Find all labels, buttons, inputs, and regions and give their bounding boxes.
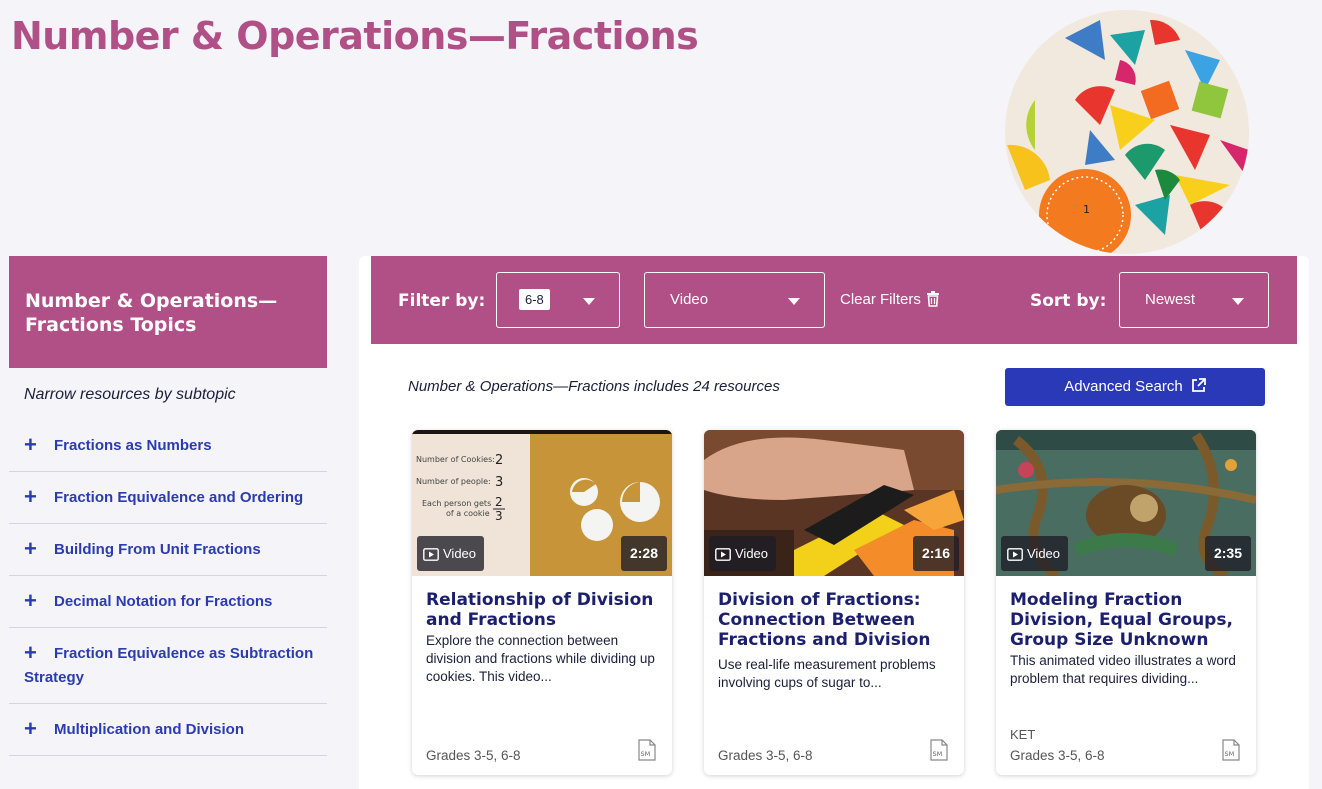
video-badge-label: Video bbox=[443, 546, 477, 561]
results-count: Number & Operations—Fractions includes 2… bbox=[408, 378, 780, 395]
card-description: Explore the connection between division … bbox=[426, 633, 655, 684]
sidebar-item-decimal-notation[interactable]: + Decimal Notation for Fractions bbox=[9, 576, 327, 628]
card-description: This animated video illustrates a word p… bbox=[1010, 653, 1236, 686]
sidebar-item-label: Fraction Equivalence as Subtraction Stra… bbox=[24, 645, 314, 686]
sidebar-item-equivalence-ordering[interactable]: + Fraction Equivalence and Ordering bbox=[9, 472, 327, 524]
video-badge-label: Video bbox=[735, 546, 769, 561]
plus-icon: + bbox=[24, 716, 37, 741]
card-title[interactable]: Modeling Fraction Division, Equal Groups… bbox=[1010, 590, 1245, 650]
thumb-label: Number of Cookies: bbox=[416, 455, 495, 464]
sort-select[interactable]: Newest bbox=[1119, 272, 1269, 328]
thumb-label: of a cookie bbox=[446, 509, 490, 518]
sidebar-item-subtraction-strategy[interactable]: + Fraction Equivalence as Subtraction Str… bbox=[9, 628, 327, 704]
plus-icon: + bbox=[24, 432, 37, 457]
sidebar-item-label: Decimal Notation for Fractions bbox=[54, 593, 273, 610]
sidebar-item-fractions-as-numbers[interactable]: + Fractions as Numbers bbox=[9, 420, 327, 472]
video-badge-label: Video bbox=[1027, 546, 1061, 561]
play-icon bbox=[1007, 548, 1023, 561]
thumb-value: 3 bbox=[495, 475, 503, 490]
plus-icon: + bbox=[24, 536, 37, 561]
thumb-value: 2 bbox=[495, 495, 503, 509]
thumb-value: 2 bbox=[495, 453, 503, 468]
standards-icon-label: SM bbox=[641, 750, 651, 758]
sidebar-item-label: Fraction Equivalence and Ordering bbox=[54, 489, 304, 506]
card-title[interactable]: Relationship of Division and Fractions bbox=[426, 590, 661, 630]
video-thumbnail: Number of Cookies: 2 Number of people: 3… bbox=[412, 430, 672, 576]
sort-select-value: Newest bbox=[1145, 291, 1196, 308]
card-grades: Grades 3-5, 6-8 bbox=[426, 748, 521, 763]
video-duration: 2:28 bbox=[620, 536, 667, 571]
video-duration: 2:35 bbox=[1204, 536, 1251, 571]
filter-label: Filter by: bbox=[398, 291, 486, 311]
standards-icon: SM bbox=[930, 739, 948, 761]
card-title[interactable]: Division of Fractions: Connection Betwee… bbox=[718, 590, 953, 650]
type-select[interactable]: Video bbox=[644, 272, 825, 328]
thumb-label: Number of people: bbox=[416, 477, 491, 486]
svg-text:1: 1 bbox=[1083, 203, 1090, 216]
card-grades: Grades 3-5, 6-8 bbox=[1010, 748, 1105, 763]
standards-icon: SM bbox=[638, 739, 656, 761]
card-grades: Grades 3-5, 6-8 bbox=[718, 748, 813, 763]
play-icon bbox=[423, 548, 439, 561]
grade-select[interactable]: 6-8 bbox=[496, 272, 620, 328]
filter-bar: Filter by: 6-8 Video Clear Filters Sort … bbox=[371, 256, 1297, 344]
card-description: Use real-life measurement problems invol… bbox=[718, 657, 936, 690]
results-panel: Filter by: 6-8 Video Clear Filters Sort … bbox=[359, 256, 1309, 789]
card-source: KET bbox=[1010, 727, 1036, 742]
play-icon bbox=[715, 548, 731, 561]
clear-filters-button[interactable]: Clear Filters bbox=[840, 291, 940, 308]
video-duration: 2:16 bbox=[912, 536, 959, 571]
type-select-value: Video bbox=[670, 291, 709, 308]
video-thumbnail: Video 2:35 bbox=[996, 430, 1256, 576]
trash-icon bbox=[926, 291, 939, 307]
sidebar-heading: Number & Operations— Fractions Topics bbox=[9, 256, 327, 368]
advanced-search-label: Advanced Search bbox=[1064, 378, 1183, 395]
video-badge: Video bbox=[709, 536, 777, 571]
thumb-value: 3 bbox=[495, 509, 503, 523]
plus-icon: + bbox=[24, 588, 37, 613]
sidebar-item-multiplication-division[interactable]: + Multiplication and Division bbox=[9, 704, 327, 756]
sidebar-subtitle: Narrow resources by subtopic bbox=[24, 386, 236, 403]
sort-label: Sort by: bbox=[1030, 291, 1107, 311]
advanced-search-button[interactable]: Advanced Search bbox=[1005, 368, 1265, 406]
video-badge: Video bbox=[1001, 536, 1069, 571]
standards-icon-label: SM bbox=[933, 750, 943, 758]
subtopic-list: + Fractions as Numbers + Fraction Equivale… bbox=[9, 420, 327, 756]
plus-icon: + bbox=[24, 484, 37, 509]
sidebar-item-label: Fractions as Numbers bbox=[54, 437, 212, 454]
standards-icon-label: SM bbox=[1225, 750, 1235, 758]
chevron-down-icon bbox=[1232, 298, 1244, 305]
external-link-icon bbox=[1191, 378, 1206, 392]
sidebar-item-unit-fractions[interactable]: + Building From Unit Fractions bbox=[9, 524, 327, 576]
thumb-label: Each person gets bbox=[422, 499, 491, 508]
sidebar-item-label: Multiplication and Division bbox=[54, 721, 245, 738]
plus-icon: + bbox=[24, 640, 37, 665]
chevron-down-icon bbox=[583, 298, 595, 305]
grade-chip: 6-8 bbox=[519, 289, 550, 310]
resource-card[interactable]: Number of Cookies: 2 Number of people: 3… bbox=[412, 430, 672, 775]
video-thumbnail: Video 2:16 bbox=[704, 430, 964, 576]
clear-filters-label: Clear Filters bbox=[840, 291, 921, 308]
hero-image: 1 bbox=[1005, 10, 1249, 254]
video-badge: Video bbox=[417, 536, 485, 571]
page-title: Number & Operations—Fractions bbox=[11, 14, 699, 58]
resource-card[interactable]: Video 2:16 Division of Fractions: Connec… bbox=[704, 430, 964, 775]
sidebar-item-label: Building From Unit Fractions bbox=[54, 541, 261, 558]
standards-icon: SM bbox=[1222, 739, 1240, 761]
resource-card[interactable]: Video 2:35 Modeling Fraction Division, E… bbox=[996, 430, 1256, 775]
chevron-down-icon bbox=[788, 298, 800, 305]
